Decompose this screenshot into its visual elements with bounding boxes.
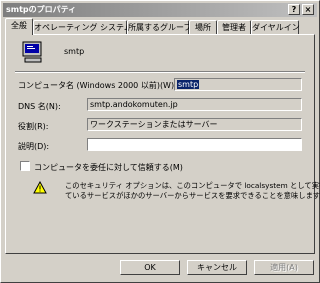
role-label: 役割(R):	[18, 122, 49, 131]
close-button[interactable]: ×	[302, 4, 314, 15]
separator	[15, 71, 305, 73]
warning-text-line2: ているサービスがほかのサーバーからサービスを要求できることを意味します。	[65, 191, 320, 200]
tab-managed-by[interactable]: 管理者	[217, 20, 251, 34]
title-bar[interactable]: smtpのプロパティ	[3, 3, 317, 17]
computer-icon	[22, 41, 42, 63]
warning-text-line1: このセキュリティ オプションは、このコンピュータで localsystem とし…	[65, 181, 320, 190]
role-field[interactable]: ワークステーションまたはサーバー	[87, 118, 302, 131]
computer-name-heading: smtp	[64, 47, 85, 56]
dns-name-label: DNS 名(N):	[18, 102, 61, 111]
tab-operating-system[interactable]: オペレーティング システム	[33, 20, 132, 34]
ok-button[interactable]: OK	[120, 260, 180, 275]
description-label: 説明(D):	[18, 142, 50, 151]
warning-icon	[33, 181, 47, 194]
help-button[interactable]: ?	[288, 4, 300, 15]
pre2000-name-value: smtp	[177, 80, 200, 89]
pre2000-name-label: コンピュータ名 (Windows 2000 以前)(W):	[18, 81, 177, 90]
tab-location[interactable]: 場所	[189, 20, 217, 34]
pre2000-name-field[interactable]: smtp	[174, 78, 302, 91]
dns-name-field[interactable]: smtp.andokomuten.jp	[87, 98, 302, 111]
tab-dial-in[interactable]: ダイヤルイン	[251, 20, 300, 34]
tab-member-of[interactable]: 所属するグループ	[127, 20, 192, 34]
tab-general[interactable]: 全般	[5, 18, 33, 35]
trust-delegation-checkbox[interactable]	[20, 161, 30, 171]
window-title: smtpのプロパティ	[6, 5, 77, 14]
properties-dialog: smtpのプロパティ ? × 全般 オペレーティング システム 所属するグループ…	[0, 0, 320, 283]
general-panel: smtp コンピュータ名 (Windows 2000 以前)(W): smtp …	[5, 34, 320, 254]
apply-button[interactable]: 適用(A)	[254, 260, 314, 275]
description-input[interactable]	[87, 138, 302, 151]
trust-delegation-label[interactable]: コンピュータを委任に対して信頼する(M)	[34, 162, 183, 173]
cancel-button[interactable]: キャンセル	[187, 260, 247, 275]
